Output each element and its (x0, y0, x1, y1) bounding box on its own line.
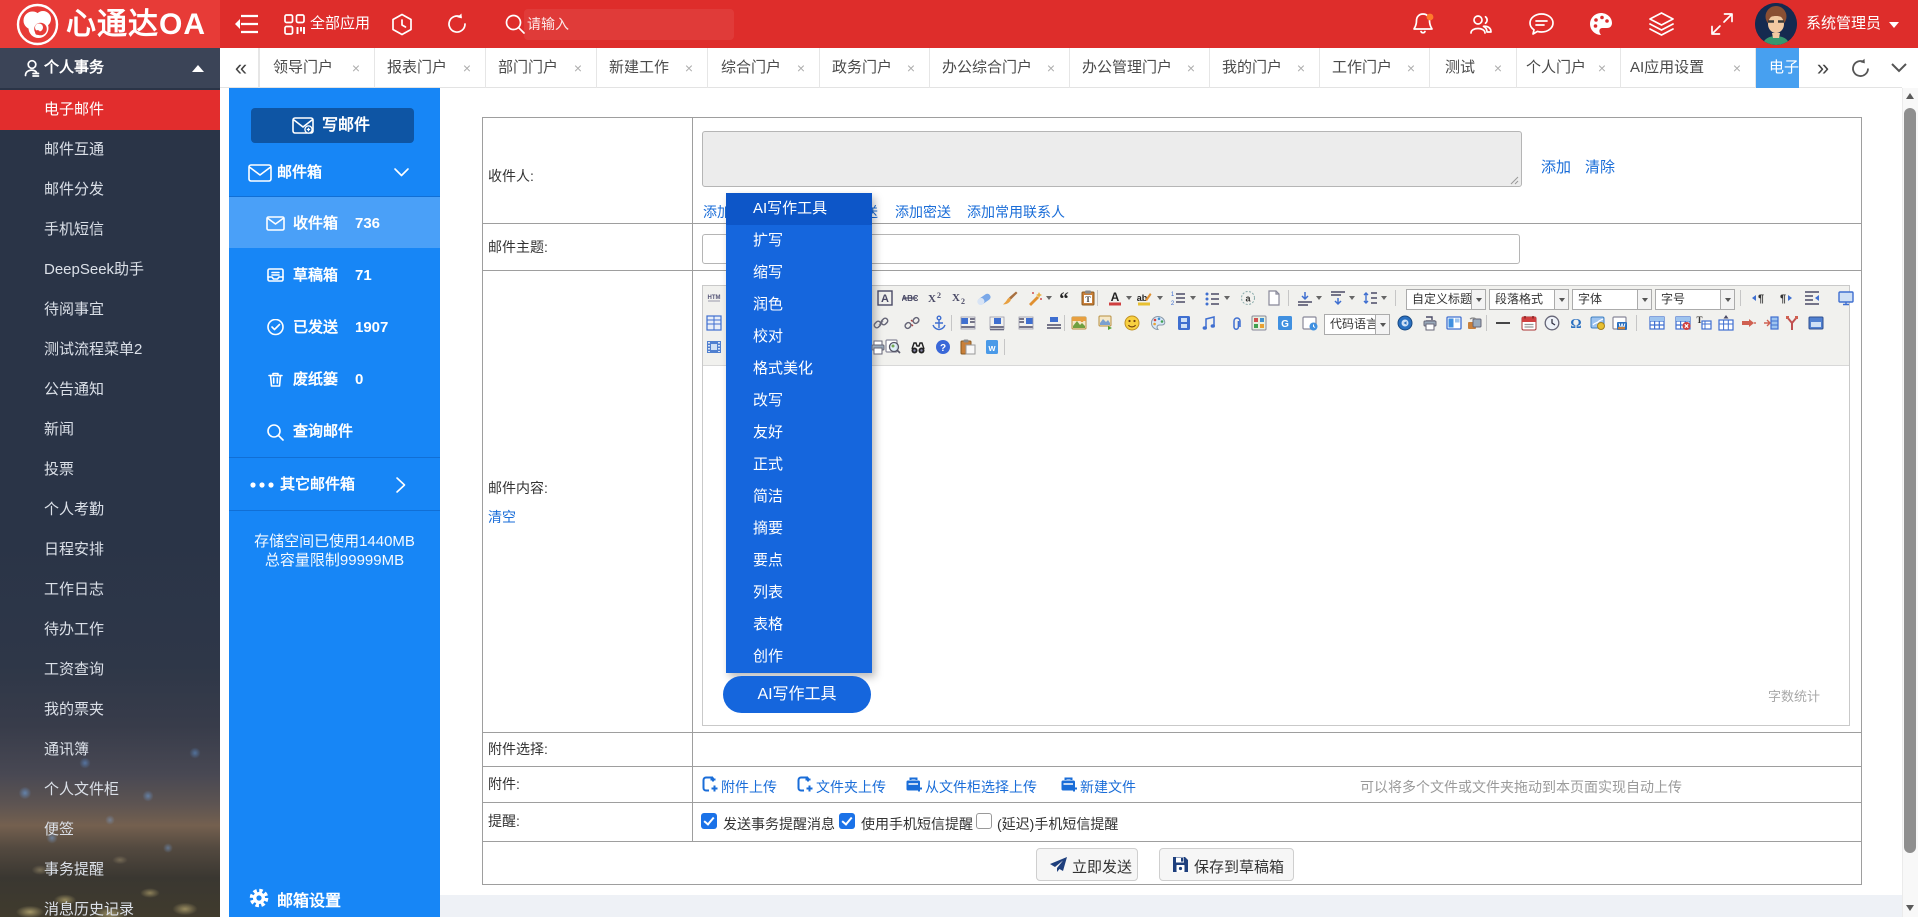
svg-text:a: a (1245, 294, 1251, 304)
svg-text:HTM: HTM (708, 295, 721, 301)
svg-text:w: w (987, 343, 996, 353)
svg-text:“: “ (1059, 290, 1069, 306)
svg-text:X: X (952, 292, 960, 304)
svg-text:2: 2 (937, 291, 941, 300)
svg-text:A: A (1111, 290, 1120, 304)
svg-text:2: 2 (1171, 301, 1175, 306)
svg-text:ab: ab (1137, 293, 1148, 303)
svg-text:Ω: Ω (1570, 317, 1581, 331)
svg-text:2: 2 (961, 297, 965, 306)
svg-text:A: A (881, 293, 889, 305)
svg-text:¶: ¶ (1758, 293, 1764, 305)
svg-text:¶: ¶ (1780, 293, 1786, 305)
svg-text:?: ? (940, 343, 946, 354)
svg-text:G: G (1281, 319, 1289, 330)
svg-text:T: T (1085, 295, 1091, 304)
svg-text:X: X (928, 293, 936, 305)
svg-text:1: 1 (1171, 292, 1175, 298)
